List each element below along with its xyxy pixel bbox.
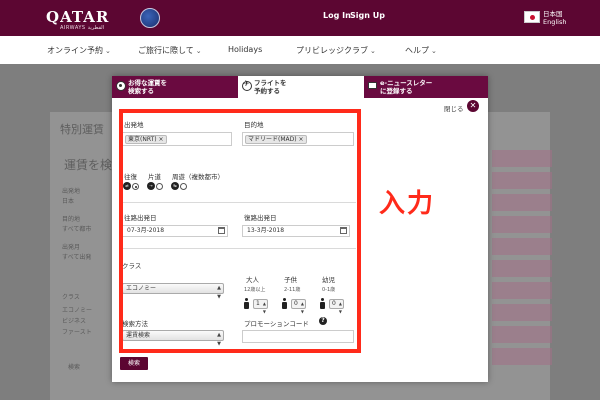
tab-label: フライトを (254, 79, 287, 87)
nav-label: ヘルプ (405, 46, 429, 55)
background-label: クラス (62, 294, 80, 301)
nav-label: Holidays (228, 45, 263, 54)
background-label: 出発地 (62, 188, 81, 195)
background-label: 出発月 (62, 244, 81, 251)
nav-item-online-booking[interactable]: オンライン予約 ⌄ (47, 45, 111, 56)
nav-label: オンライン予約 (47, 46, 103, 55)
chevron-down-icon: ⌄ (105, 47, 111, 55)
chevron-down-icon: ⌄ (431, 47, 437, 55)
language-label: English (543, 18, 567, 26)
qatar-logo-sub: AIRWAYS القطرية (60, 25, 105, 31)
background-label: ファースト (62, 329, 92, 336)
oneworld-icon (140, 8, 160, 28)
tab-label: e-ニュースレター (380, 79, 433, 87)
login-link[interactable]: Log In (323, 11, 351, 20)
airplane-icon (242, 80, 252, 91)
background-title: 特別運賃 (60, 123, 104, 136)
tab-label: 予約する (254, 87, 280, 95)
country-label: 日本国 (543, 10, 563, 18)
tab-label: お得な運賃を (128, 79, 167, 87)
nav-label: プリビレッジクラブ (296, 46, 368, 55)
nav-item-holidays[interactable]: Holidays (228, 45, 262, 54)
background-label: 目的地 (62, 216, 81, 223)
annotation-highlight-box (119, 109, 361, 353)
nav-item-travel[interactable]: ご旅行に際して ⌄ (138, 45, 202, 56)
tag-icon (116, 81, 126, 91)
background-label: ビジネス (62, 318, 87, 325)
background-price-column (492, 150, 552, 390)
nav-item-privilege-club[interactable]: プリビレッジクラブ ⌄ (296, 45, 376, 56)
close-label[interactable]: 閉じる (444, 103, 464, 113)
tab-book-flight[interactable]: フライトを 予約する (238, 76, 364, 98)
top-header: QATAR AIRWAYS القطرية Log In Sign Up 日本国… (0, 0, 600, 36)
main-nav: オンライン予約 ⌄ ご旅行に際して ⌄ Holidays プリビレッジクラブ ⌄ ヘル… (0, 36, 600, 64)
background-label: 日本 (62, 198, 75, 205)
background-label: エコノミー (62, 307, 93, 314)
background-label: すべて都市 (62, 226, 92, 233)
signup-link[interactable]: Sign Up (350, 11, 385, 20)
tab-label: 検索する (128, 87, 154, 95)
background-label: すべて出発 (62, 254, 92, 261)
close-icon[interactable]: ✕ (467, 100, 479, 112)
japan-flag-icon[interactable] (524, 11, 540, 23)
chevron-down-icon: ⌄ (370, 47, 376, 55)
tab-newsletter[interactable]: e-ニュースレター に登録する (364, 76, 488, 98)
nav-label: ご旅行に際して (138, 46, 194, 55)
background-subtitle: 運賃を検 (64, 158, 113, 172)
tab-find-fares[interactable]: お得な運賃を 検索する (112, 76, 238, 98)
nav-item-help[interactable]: ヘルプ ⌄ (405, 45, 437, 56)
annotation-label: 入力 (379, 189, 436, 219)
tab-label: に登録する (380, 87, 413, 95)
qatar-logo[interactable]: QATAR (46, 8, 109, 26)
chevron-down-icon: ⌄ (195, 47, 202, 55)
background-search-button: 検索 (68, 364, 81, 371)
search-button[interactable]: 検索 (120, 357, 148, 370)
envelope-icon (368, 82, 377, 89)
language-selector[interactable]: 日本国 English (543, 10, 566, 26)
